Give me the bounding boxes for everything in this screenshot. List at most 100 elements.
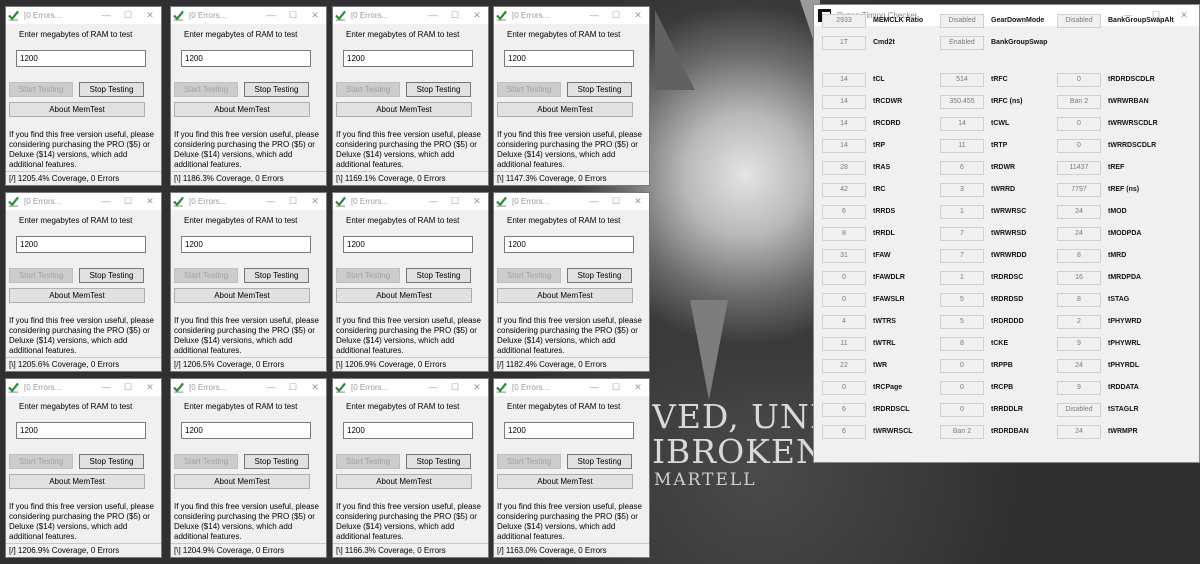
ram-megabytes-input[interactable] xyxy=(181,422,311,439)
ryzen-timing-checker-window[interactable]: Ryzen Timing Checker — ☐ ✕ 2933 MEMCLK Ra… xyxy=(813,4,1200,463)
memtest-window[interactable]: [0 Errors... — ☐ ✕ Enter megabytes of RA… xyxy=(5,378,162,558)
about-memtest-button[interactable]: About MemTest xyxy=(174,102,310,117)
maximize-icon[interactable]: ☐ xyxy=(288,195,298,207)
ram-megabytes-input[interactable] xyxy=(16,50,146,67)
memtest-titlebar[interactable]: [0 Errors... — ☐ ✕ xyxy=(494,193,649,210)
maximize-icon[interactable]: ☐ xyxy=(450,381,460,393)
ram-megabytes-input[interactable] xyxy=(343,236,473,253)
ram-megabytes-input[interactable] xyxy=(504,236,634,253)
start-testing-button[interactable]: Start Testing xyxy=(336,82,400,97)
memtest-window[interactable]: [0 Errors... — ☐ ✕ Enter megabytes of RA… xyxy=(170,192,327,372)
minimize-icon[interactable]: — xyxy=(589,381,599,393)
start-testing-button[interactable]: Start Testing xyxy=(336,268,400,283)
memtest-titlebar[interactable]: [0 Errors... — ☐ ✕ xyxy=(333,379,488,396)
minimize-icon[interactable]: — xyxy=(428,381,438,393)
close-icon[interactable]: ✕ xyxy=(310,9,320,21)
close-icon[interactable]: ✕ xyxy=(1179,9,1189,21)
memtest-titlebar[interactable]: [0 Errors... — ☐ ✕ xyxy=(333,7,488,24)
ram-megabytes-input[interactable] xyxy=(343,50,473,67)
memtest-window[interactable]: [0 Errors... — ☐ ✕ Enter megabytes of RA… xyxy=(332,378,489,558)
memtest-window[interactable]: [0 Errors... — ☐ ✕ Enter megabytes of RA… xyxy=(5,192,162,372)
start-testing-button[interactable]: Start Testing xyxy=(336,454,400,469)
memtest-window[interactable]: [0 Errors... — ☐ ✕ Enter megabytes of RA… xyxy=(332,192,489,372)
minimize-icon[interactable]: — xyxy=(428,9,438,21)
close-icon[interactable]: ✕ xyxy=(633,9,643,21)
stop-testing-button[interactable]: Stop Testing xyxy=(79,82,144,97)
ram-megabytes-input[interactable] xyxy=(16,422,146,439)
start-testing-button[interactable]: Start Testing xyxy=(174,454,238,469)
memtest-titlebar[interactable]: [0 Errors... — ☐ ✕ xyxy=(171,379,326,396)
minimize-icon[interactable]: — xyxy=(101,195,111,207)
minimize-icon[interactable]: — xyxy=(589,9,599,21)
ram-megabytes-input[interactable] xyxy=(504,50,634,67)
maximize-icon[interactable]: ☐ xyxy=(611,9,621,21)
maximize-icon[interactable]: ☐ xyxy=(450,9,460,21)
ram-megabytes-input[interactable] xyxy=(181,236,311,253)
start-testing-button[interactable]: Start Testing xyxy=(174,82,238,97)
close-icon[interactable]: ✕ xyxy=(472,9,482,21)
ram-megabytes-input[interactable] xyxy=(16,236,146,253)
about-memtest-button[interactable]: About MemTest xyxy=(9,474,145,489)
about-memtest-button[interactable]: About MemTest xyxy=(336,288,472,303)
minimize-icon[interactable]: — xyxy=(266,195,276,207)
memtest-window[interactable]: [0 Errors... — ☐ ✕ Enter megabytes of RA… xyxy=(493,6,650,186)
start-testing-button[interactable]: Start Testing xyxy=(497,454,561,469)
ram-megabytes-input[interactable] xyxy=(504,422,634,439)
close-icon[interactable]: ✕ xyxy=(633,195,643,207)
minimize-icon[interactable]: — xyxy=(101,9,111,21)
close-icon[interactable]: ✕ xyxy=(145,381,155,393)
close-icon[interactable]: ✕ xyxy=(310,195,320,207)
maximize-icon[interactable]: ☐ xyxy=(288,381,298,393)
maximize-icon[interactable]: ☐ xyxy=(123,9,133,21)
close-icon[interactable]: ✕ xyxy=(472,381,482,393)
start-testing-button[interactable]: Start Testing xyxy=(174,268,238,283)
stop-testing-button[interactable]: Stop Testing xyxy=(406,454,471,469)
stop-testing-button[interactable]: Stop Testing xyxy=(567,454,632,469)
minimize-icon[interactable]: — xyxy=(589,195,599,207)
minimize-icon[interactable]: — xyxy=(266,9,276,21)
maximize-icon[interactable]: ☐ xyxy=(288,9,298,21)
start-testing-button[interactable]: Start Testing xyxy=(9,268,73,283)
memtest-titlebar[interactable]: [0 Errors... — ☐ ✕ xyxy=(171,7,326,24)
stop-testing-button[interactable]: Stop Testing xyxy=(406,82,471,97)
about-memtest-button[interactable]: About MemTest xyxy=(174,474,310,489)
memtest-titlebar[interactable]: [0 Errors... — ☐ ✕ xyxy=(171,193,326,210)
stop-testing-button[interactable]: Stop Testing xyxy=(244,82,309,97)
memtest-titlebar[interactable]: [0 Errors... — ☐ ✕ xyxy=(6,379,161,396)
memtest-window[interactable]: [0 Errors... — ☐ ✕ Enter megabytes of RA… xyxy=(493,378,650,558)
memtest-titlebar[interactable]: [0 Errors... — ☐ ✕ xyxy=(494,7,649,24)
minimize-icon[interactable]: — xyxy=(428,195,438,207)
about-memtest-button[interactable]: About MemTest xyxy=(497,474,633,489)
close-icon[interactable]: ✕ xyxy=(472,195,482,207)
close-icon[interactable]: ✕ xyxy=(310,381,320,393)
maximize-icon[interactable]: ☐ xyxy=(123,195,133,207)
start-testing-button[interactable]: Start Testing xyxy=(497,268,561,283)
stop-testing-button[interactable]: Stop Testing xyxy=(567,268,632,283)
about-memtest-button[interactable]: About MemTest xyxy=(9,288,145,303)
maximize-icon[interactable]: ☐ xyxy=(611,195,621,207)
about-memtest-button[interactable]: About MemTest xyxy=(174,288,310,303)
stop-testing-button[interactable]: Stop Testing xyxy=(567,82,632,97)
ram-megabytes-input[interactable] xyxy=(181,50,311,67)
stop-testing-button[interactable]: Stop Testing xyxy=(406,268,471,283)
start-testing-button[interactable]: Start Testing xyxy=(9,82,73,97)
close-icon[interactable]: ✕ xyxy=(145,9,155,21)
start-testing-button[interactable]: Start Testing xyxy=(9,454,73,469)
maximize-icon[interactable]: ☐ xyxy=(123,381,133,393)
about-memtest-button[interactable]: About MemTest xyxy=(497,288,633,303)
memtest-titlebar[interactable]: [0 Errors... — ☐ ✕ xyxy=(6,193,161,210)
start-testing-button[interactable]: Start Testing xyxy=(497,82,561,97)
maximize-icon[interactable]: ☐ xyxy=(450,195,460,207)
close-icon[interactable]: ✕ xyxy=(145,195,155,207)
ram-megabytes-input[interactable] xyxy=(343,422,473,439)
about-memtest-button[interactable]: About MemTest xyxy=(497,102,633,117)
stop-testing-button[interactable]: Stop Testing xyxy=(244,268,309,283)
memtest-window[interactable]: [0 Errors... — ☐ ✕ Enter megabytes of RA… xyxy=(332,6,489,186)
about-memtest-button[interactable]: About MemTest xyxy=(336,102,472,117)
memtest-window[interactable]: [0 Errors... — ☐ ✕ Enter megabytes of RA… xyxy=(493,192,650,372)
stop-testing-button[interactable]: Stop Testing xyxy=(79,268,144,283)
memtest-window[interactable]: [0 Errors... — ☐ ✕ Enter megabytes of RA… xyxy=(170,378,327,558)
about-memtest-button[interactable]: About MemTest xyxy=(336,474,472,489)
memtest-window[interactable]: [0 Errors... — ☐ ✕ Enter megabytes of RA… xyxy=(170,6,327,186)
memtest-titlebar[interactable]: [0 Errors... — ☐ ✕ xyxy=(6,7,161,24)
